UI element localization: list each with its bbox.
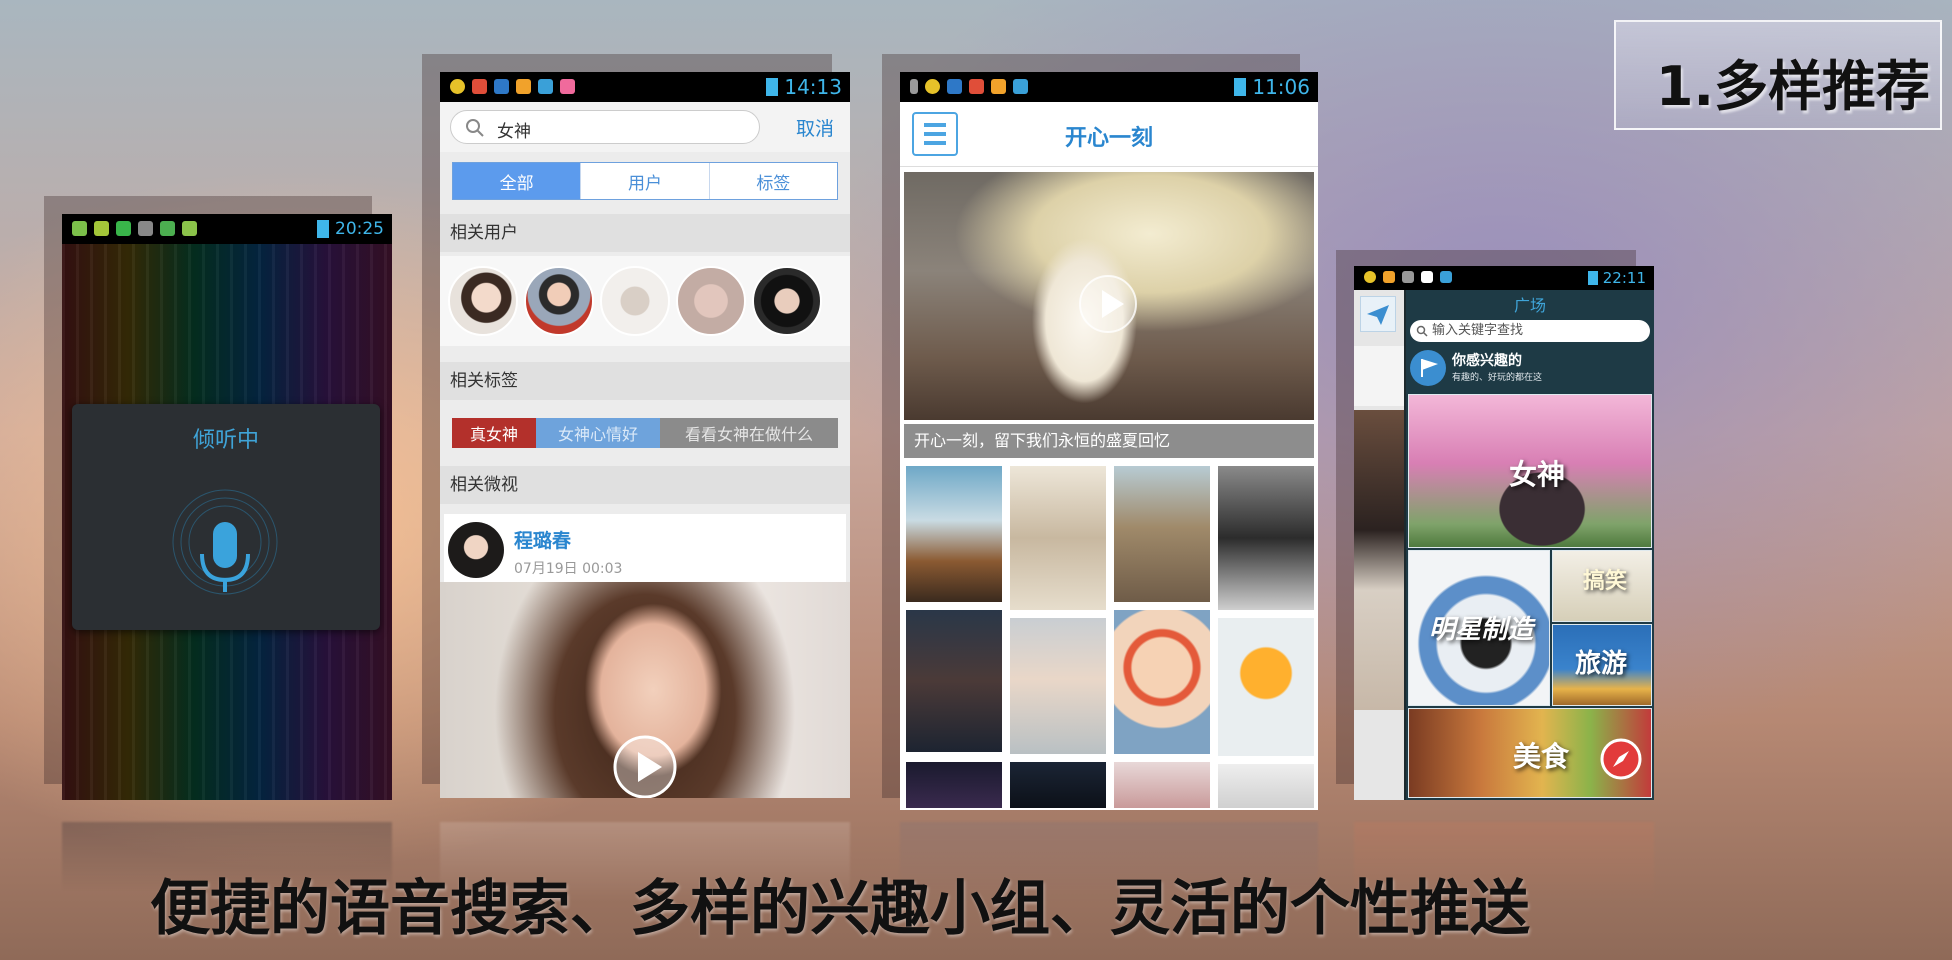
section-related-micro-video: 相关微视 [440, 466, 850, 504]
status-bar: 14:13 [440, 72, 850, 102]
avatar[interactable] [752, 266, 822, 336]
paper-plane-icon [1367, 305, 1389, 325]
slide-title-box: 1.多样推荐 [1614, 20, 1942, 130]
phone-plaza: 22:11 广场 输入关键字查找 你感兴趣的 有趣的、好玩的都在这 女神 明星制… [1354, 266, 1654, 800]
drawer-item [1354, 346, 1404, 406]
tab-users[interactable]: 用户 [581, 163, 710, 199]
tag-chip[interactable]: 女神心情好 [536, 418, 660, 448]
status-icons [450, 79, 575, 94]
status-time: 14:13 [784, 75, 842, 99]
play-icon[interactable] [610, 732, 680, 798]
photo-tile[interactable] [1008, 760, 1108, 810]
microphone-icon[interactable] [150, 482, 300, 602]
interest-subtitle: 有趣的、好玩的都在这 [1452, 373, 1543, 383]
photo-tile[interactable] [1112, 464, 1212, 604]
tile-label: 搞笑 [1583, 568, 1628, 594]
section-related-tags: 相关标签 [440, 362, 850, 400]
search-input[interactable]: 女神 [450, 110, 760, 144]
status-time: 20:25 [335, 219, 384, 239]
side-drawer [1354, 290, 1404, 800]
phone-search-results: 14:13 女神 取消 全部 用户 标签 相关用户 相关标签 真女神 女神心情好… [440, 72, 850, 798]
group-tile-star-making[interactable]: 明星制造 [1408, 550, 1550, 706]
plaza-main: 广场 输入关键字查找 你感兴趣的 有趣的、好玩的都在这 女神 明星制造 搞笑 旅… [1406, 290, 1654, 800]
status-bar: 22:11 [1354, 266, 1654, 290]
group-tile-travel[interactable]: 旅游 [1552, 624, 1652, 706]
play-icon[interactable] [1076, 272, 1140, 336]
interest-title: 你感兴趣的 [1452, 353, 1522, 369]
avatar[interactable] [448, 266, 518, 336]
battery-icon [317, 220, 329, 238]
page-title: 广场 [1513, 296, 1546, 315]
drawer-preview [1354, 410, 1404, 710]
tag-chip[interactable]: 看看女神在做什么 [660, 418, 838, 448]
avatar[interactable] [524, 266, 594, 336]
tile-label: 旅游 [1575, 649, 1628, 679]
tab-tags[interactable]: 标签 [710, 163, 837, 199]
photo-tile[interactable] [1216, 464, 1316, 612]
search-input[interactable]: 输入关键字查找 [1410, 320, 1650, 342]
interest-banner[interactable]: 你感兴趣的 有趣的、好玩的都在这 [1410, 348, 1654, 388]
avatar[interactable] [676, 266, 746, 336]
tag-row: 真女神 女神心情好 看看女神在做什么 [452, 418, 838, 448]
photo-tile[interactable] [1216, 762, 1316, 810]
photo-tile[interactable] [1008, 464, 1108, 612]
post-datetime: 07月19日 00:03 [514, 561, 623, 577]
cancel-button[interactable]: 取消 [796, 114, 834, 141]
tab-all[interactable]: 全部 [453, 163, 582, 199]
section-related-users: 相关用户 [440, 214, 850, 252]
tile-label: 女神 [1509, 458, 1566, 491]
compass-icon[interactable] [1599, 737, 1643, 781]
featured-video[interactable] [904, 172, 1314, 420]
search-bar: 女神 取消 [440, 102, 850, 152]
slide-title: 1.多样推荐 [1655, 55, 1930, 118]
tag-chip[interactable]: 真女神 [452, 418, 536, 448]
photo-tile[interactable] [1112, 760, 1212, 810]
status-time: 22:11 [1602, 269, 1646, 287]
status-time: 11:06 [1252, 75, 1310, 99]
listening-label: 倾听中 [192, 428, 259, 453]
photo-tile[interactable] [1216, 616, 1316, 758]
phone-happy-moment: 11:06 开心一刻 开心一刻，留下我们永恒的盛夏回忆 [900, 72, 1318, 810]
search-icon [466, 119, 484, 137]
featured-caption: 开心一刻，留下我们永恒的盛夏回忆 [904, 424, 1314, 458]
post-author[interactable]: 程璐春 [514, 526, 571, 553]
app-header: 开心一刻 [900, 102, 1318, 167]
tile-label: 美食 [1513, 740, 1570, 773]
avatar[interactable] [448, 522, 504, 578]
status-bar: 20:25 [62, 214, 392, 244]
search-query: 女神 [497, 122, 531, 142]
video-thumbnail[interactable] [440, 582, 850, 798]
avatar[interactable] [600, 266, 670, 336]
photo-tile[interactable] [1008, 616, 1108, 756]
photo-tile[interactable] [904, 608, 1004, 754]
search-icon [1416, 325, 1428, 337]
voice-dialog: 倾听中 [72, 404, 380, 630]
battery-icon [1587, 271, 1598, 285]
phone-voice-search: 20:25 倾听中 [62, 214, 392, 800]
group-tile-funny[interactable]: 搞笑 [1552, 550, 1652, 622]
battery-icon [766, 78, 779, 96]
group-tile-food[interactable]: 美食 [1408, 708, 1652, 798]
micro-video-post[interactable]: 程璐春 07月19日 00:03 [444, 514, 846, 592]
status-icons [1364, 271, 1452, 283]
photo-tile[interactable] [904, 464, 1004, 604]
battery-icon [1234, 78, 1247, 96]
search-placeholder: 输入关键字查找 [1432, 323, 1524, 338]
group-tile-goddess[interactable]: 女神 [1408, 394, 1652, 548]
page-title: 开心一刻 [1064, 126, 1153, 151]
status-icons [72, 221, 197, 236]
photo-tile[interactable] [1112, 608, 1212, 756]
status-icons [910, 79, 1028, 94]
status-bar: 11:06 [900, 72, 1318, 102]
photo-tile[interactable] [904, 760, 1004, 810]
search-scope-tabs: 全部 用户 标签 [452, 162, 838, 200]
user-avatar-row [440, 256, 850, 346]
send-button[interactable] [1360, 296, 1396, 332]
tile-label: 明星制造 [1429, 615, 1534, 645]
slide-caption: 便捷的语音搜索、多样的兴趣小组、灵活的个性推送 [150, 874, 1530, 944]
flag-icon [1410, 350, 1446, 386]
